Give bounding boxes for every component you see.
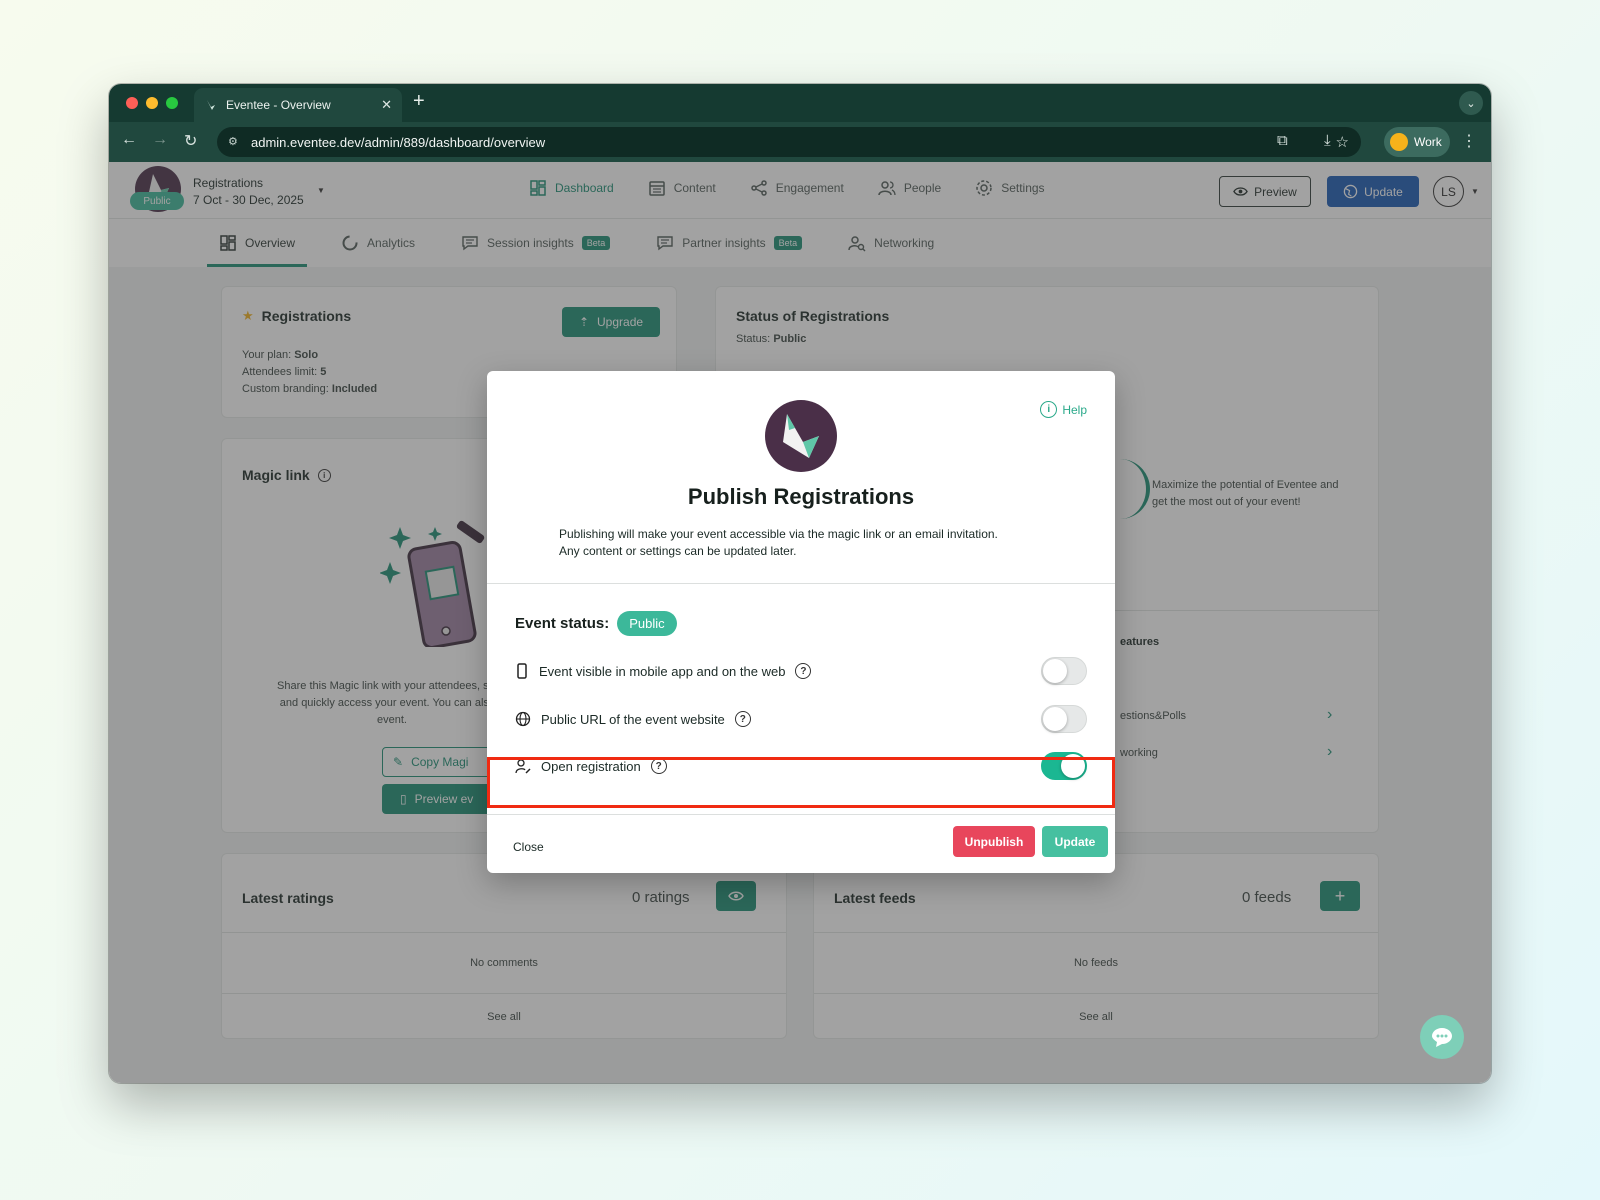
tab-title: Eventee - Overview bbox=[226, 98, 331, 112]
download-icon[interactable]: ⤓ bbox=[1324, 132, 1331, 149]
maximize-window-button[interactable] bbox=[166, 97, 178, 109]
forward-icon[interactable]: → bbox=[152, 131, 168, 149]
globe-icon bbox=[515, 711, 531, 727]
close-button[interactable]: Close bbox=[513, 840, 544, 854]
open-registration-highlight-box bbox=[487, 757, 1115, 808]
bookmark-star-icon[interactable]: ☆ bbox=[1336, 133, 1349, 151]
publish-modal: i Help Publish Registrations Publishing … bbox=[487, 371, 1115, 873]
eventee-logo bbox=[765, 400, 837, 472]
url-text: admin.eventee.dev/admin/889/dashboard/ov… bbox=[251, 134, 546, 150]
profile-chip[interactable]: Work bbox=[1384, 127, 1450, 157]
question-mark-icon[interactable]: ? bbox=[734, 711, 751, 727]
option-public-url: Public URL of the event website ? bbox=[515, 702, 1087, 736]
eventee-favicon-icon bbox=[207, 100, 215, 110]
browser-tab[interactable]: Eventee - Overview ✕ bbox=[194, 88, 402, 122]
question-mark-icon[interactable]: ? bbox=[795, 663, 812, 679]
profile-avatar-icon bbox=[1390, 133, 1408, 151]
modal-desc-line-2: Any content or settings can be updated l… bbox=[559, 544, 797, 558]
reload-icon[interactable]: ↻ bbox=[184, 131, 197, 151]
close-tab-icon[interactable]: ✕ bbox=[381, 97, 392, 113]
info-icon: i bbox=[1040, 401, 1058, 418]
mobile-icon bbox=[517, 663, 527, 679]
back-icon[interactable]: ← bbox=[121, 131, 137, 149]
option-label: Event visible in mobile app and on the w… bbox=[539, 663, 786, 679]
address-toolbar: ← → ↻ ⚙ admin.eventee.dev/admin/889/dash… bbox=[109, 122, 1491, 162]
event-status-pill: Public bbox=[617, 611, 677, 636]
site-settings-icon[interactable]: ⚙ bbox=[228, 135, 241, 148]
profile-label: Work bbox=[1414, 135, 1442, 149]
event-status-label: Event status: bbox=[515, 615, 610, 632]
modal-description: Publishing will make your event accessib… bbox=[559, 526, 1059, 560]
modal-divider bbox=[487, 583, 1115, 584]
visible-mobile-web-toggle[interactable] bbox=[1041, 657, 1087, 685]
url-bar[interactable]: ⚙ admin.eventee.dev/admin/889/dashboard/… bbox=[217, 127, 1361, 157]
close-window-button[interactable] bbox=[126, 97, 138, 109]
extensions-icon[interactable]: ⧉ bbox=[1277, 132, 1288, 149]
public-url-toggle[interactable] bbox=[1041, 705, 1087, 733]
tab-search-button[interactable]: ⌄ bbox=[1459, 91, 1483, 115]
browser-menu-icon[interactable]: ⋮ bbox=[1461, 131, 1477, 151]
chat-icon bbox=[1432, 1028, 1452, 1047]
tab-bar: Eventee - Overview ✕ + ⌄ bbox=[109, 84, 1491, 122]
modal-title: Publish Registrations bbox=[687, 484, 915, 509]
option-visible-mobile-web: Event visible in mobile app and on the w… bbox=[515, 654, 1087, 688]
new-tab-button[interactable]: + bbox=[413, 90, 425, 113]
help-label: Help bbox=[1062, 402, 1087, 417]
option-label: Public URL of the event website bbox=[541, 711, 725, 727]
browser-window: Eventee - Overview ✕ + ⌄ ← → ↻ ⚙ admin.e… bbox=[109, 84, 1491, 1083]
unpublish-button[interactable]: Unpublish bbox=[953, 826, 1035, 857]
modal-update-button[interactable]: Update bbox=[1042, 826, 1108, 857]
minimize-window-button[interactable] bbox=[146, 97, 158, 109]
help-link[interactable]: i Help bbox=[1040, 401, 1087, 418]
modal-desc-line-1: Publishing will make your event accessib… bbox=[559, 527, 998, 541]
chat-support-button[interactable] bbox=[1420, 1015, 1464, 1059]
event-status-row: Event status: Public bbox=[515, 611, 677, 636]
modal-footer-divider bbox=[487, 814, 1115, 815]
